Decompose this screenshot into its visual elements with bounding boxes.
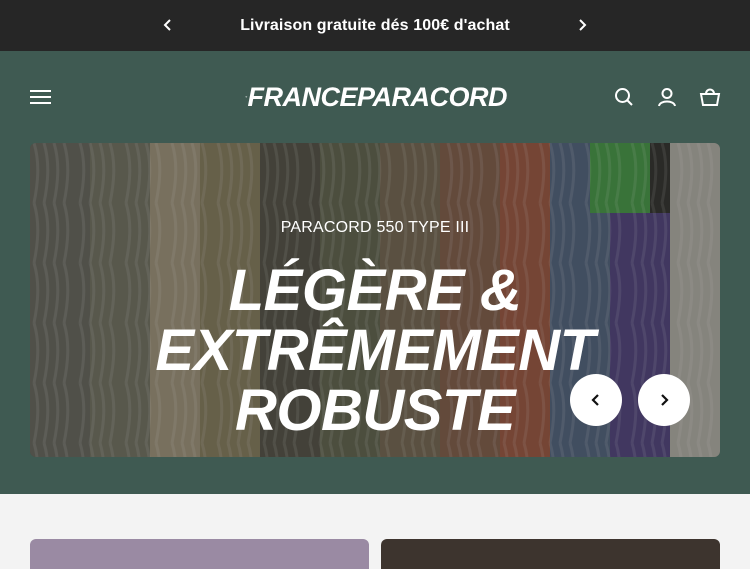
logo-text: FRANCEPARACORD bbox=[247, 81, 508, 112]
search-icon bbox=[615, 88, 633, 106]
hero-eyebrow: PARACORD 550 TYPE III bbox=[280, 219, 470, 236]
menu-icon bbox=[30, 90, 51, 92]
account-icon bbox=[658, 88, 676, 107]
announcement-prev-button[interactable] bbox=[156, 13, 180, 37]
hero-prev-button[interactable] bbox=[570, 374, 622, 426]
cart-button[interactable] bbox=[699, 86, 721, 108]
announcement-next-button[interactable] bbox=[570, 13, 594, 37]
chevron-right-icon bbox=[579, 19, 587, 31]
chevron-left-icon bbox=[163, 19, 171, 31]
collection-card-1[interactable] bbox=[30, 539, 369, 569]
chevron-right-icon bbox=[661, 394, 669, 406]
search-button[interactable] bbox=[613, 86, 635, 108]
announcement-bar: Livraison gratuite dés 100€ d'achat bbox=[0, 0, 750, 51]
menu-button[interactable] bbox=[30, 88, 52, 106]
account-button[interactable] bbox=[656, 86, 678, 108]
hero-headline-line-1: LÉGÈRE & EXTRÊMEMENT bbox=[155, 258, 595, 383]
chevron-left-icon bbox=[591, 394, 599, 406]
cart-icon bbox=[699, 88, 721, 106]
site-logo[interactable]: FRANCEPARACORD bbox=[245, 71, 507, 123]
menu-icon-line bbox=[30, 102, 51, 104]
collection-card-2[interactable] bbox=[381, 539, 720, 569]
announcement-text: Livraison gratuite dés 100€ d'achat bbox=[240, 16, 510, 34]
hero-next-button[interactable] bbox=[638, 374, 690, 426]
menu-icon-line bbox=[30, 96, 51, 98]
